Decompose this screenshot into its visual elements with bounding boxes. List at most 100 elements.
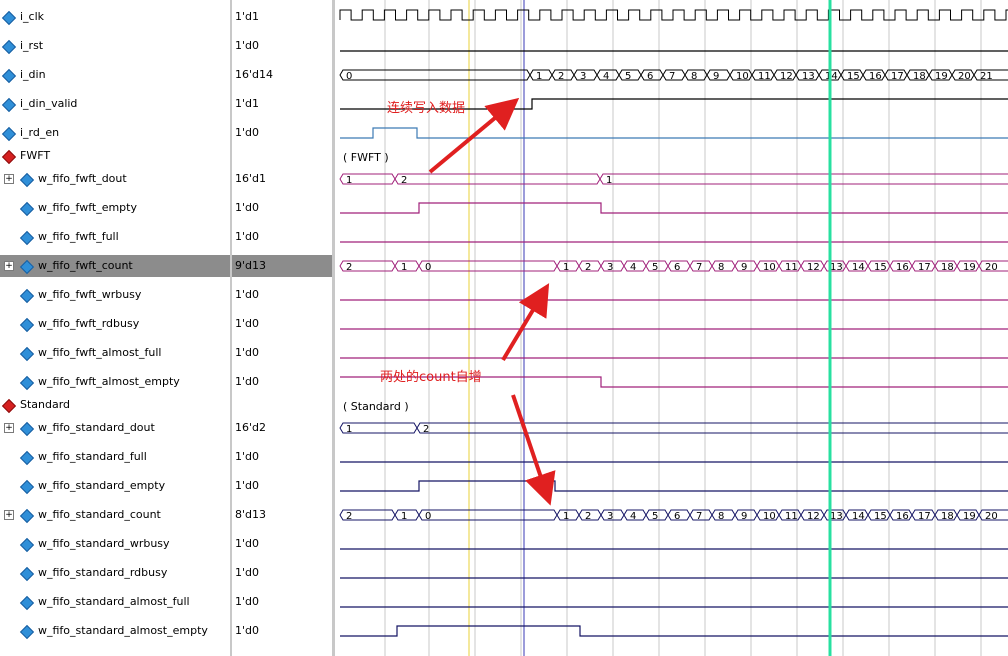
signal-name-label: i_clk [20,10,45,23]
bus-value-label: 1 [401,511,407,522]
signal-value-label: 1'd0 [235,39,260,52]
signal-name-label: w_fifo_fwft_dout [38,172,127,185]
bus-value-label: 1 [563,511,569,522]
waveform-panel[interactable]: 0123456789101112131415161718192021( FWFT… [335,0,1008,656]
expand-icon[interactable]: + [4,261,14,271]
bus-value-label: 4 [630,511,636,522]
group-diamond-icon [1,398,17,414]
bus-value-label: 1 [346,424,352,435]
bus-value-label: 12 [807,262,820,273]
waveform-canvas[interactable]: 0123456789101112131415161718192021( FWFT… [335,0,1008,656]
signal-row-w_fifo_fwft_full[interactable]: w_fifo_fwft_full [0,226,230,248]
bus-value-label: 18 [913,71,926,82]
signal-value-label: 1'd0 [235,595,260,608]
signal-row-w_fifo_standard_empty[interactable]: w_fifo_standard_empty [0,475,230,497]
signal-value-label: 8'd13 [235,508,267,521]
bus-value-label: 13 [802,71,815,82]
clk-wave [339,9,1008,21]
signal-row-i_din[interactable]: i_din [0,64,230,86]
bus-value-label: 7 [669,71,675,82]
signal-row-i_rd_en[interactable]: i_rd_en [0,122,230,144]
signal-row-w_fifo_fwft_almost_empty[interactable]: w_fifo_fwft_almost_empty [0,371,230,393]
bus-value-label: 13 [830,262,843,273]
signal-row-w_fifo_fwft_almost_full[interactable]: w_fifo_fwft_almost_full [0,342,230,364]
bus-value-label: 3 [607,262,613,273]
bus-value-label: 2 [346,262,352,273]
bus-value-label: 16 [896,262,909,273]
signal-diamond-icon [1,97,17,113]
signal-diamond-icon [1,126,17,142]
bus-value-label: 19 [963,262,976,273]
signal-name-label: w_fifo_fwft_rdbusy [38,317,140,330]
signal-row-w_fifo_standard_almost_empty[interactable]: w_fifo_standard_almost_empty [0,620,230,642]
bus-value-label: 9 [713,71,719,82]
signal-diamond-icon [19,259,35,275]
signal-row-w_fifo_standard_almost_full[interactable]: w_fifo_standard_almost_full [0,591,230,613]
bus-segment [418,509,558,521]
bus-value-label: 16 [896,511,909,522]
signal-value-label: 1'd0 [235,537,260,550]
signal-name-label: w_fifo_standard_almost_empty [38,624,208,637]
expand-icon[interactable]: + [4,510,14,520]
bus-value-label: 1 [563,262,569,273]
signal-diamond-icon [1,68,17,84]
signal-row-w_fifo_standard_full[interactable]: w_fifo_standard_full [0,446,230,468]
signal-name-label: i_din [20,68,46,81]
bus-value-label: 14 [852,262,865,273]
bus-value-label: 5 [652,262,658,273]
bus-value-label: 17 [918,511,931,522]
signal-name-label: i_rd_en [20,126,60,139]
signal-row-w_fifo_fwft_wrbusy[interactable]: w_fifo_fwft_wrbusy [0,284,230,306]
signal-row-w_fifo_standard_rdbusy[interactable]: w_fifo_standard_rdbusy [0,562,230,584]
signal-row-i_rst[interactable]: i_rst [0,35,230,57]
bus-value-label: 4 [630,262,636,273]
signal-row-w_fifo_fwft_empty[interactable]: w_fifo_fwft_empty [0,197,230,219]
signal-row-w_fifo_standard_wrbusy[interactable]: w_fifo_standard_wrbusy [0,533,230,555]
signal-diamond-icon [19,508,35,524]
signal-row-w_fifo_fwft_rdbusy[interactable]: w_fifo_fwft_rdbusy [0,313,230,335]
signal-name-label: w_fifo_fwft_wrbusy [38,288,142,301]
signal-name-label: w_fifo_fwft_full [38,230,119,243]
signal-name-label: w_fifo_standard_dout [38,421,155,434]
signal-value-label: 1'd0 [235,126,260,139]
expand-icon[interactable]: + [4,423,14,433]
signal-value-label: 1'd0 [235,375,260,388]
bit-wave [340,127,1008,139]
signal-name-label: w_fifo_fwft_count [38,259,133,272]
signal-value-label: 1'd0 [235,288,260,301]
bus-segment [416,422,1008,434]
bus-value-label: 2 [346,511,352,522]
expand-icon[interactable]: + [4,174,14,184]
bit-wave [340,480,1008,492]
signal-diamond-icon [1,10,17,26]
signal-row-w_fifo_fwft_count[interactable]: + w_fifo_fwft_count [0,255,230,277]
bus-value-label: 16 [869,71,882,82]
bus-value-label: 14 [852,511,865,522]
bus-value-label: 17 [891,71,904,82]
signal-value-label: 1'd0 [235,201,260,214]
signal-row-i_clk[interactable]: i_clk [0,6,230,28]
bus-value-label: 15 [847,71,860,82]
signal-value-label [232,394,332,416]
bus-value-label: 2 [558,71,564,82]
signal-row-Standard[interactable]: Standard [0,394,230,416]
bus-value-label: 20 [985,511,998,522]
bus-value-label: 6 [647,71,653,82]
signal-value-label [232,145,332,167]
signal-row-w_fifo_standard_dout[interactable]: + w_fifo_standard_dout [0,417,230,439]
signal-value-label: 1'd0 [235,450,260,463]
signal-value-label: 1'd0 [235,566,260,579]
bus-value-label: 8 [718,511,724,522]
signal-row-w_fifo_standard_count[interactable]: + w_fifo_standard_count [0,504,230,526]
signal-row-FWFT[interactable]: FWFT [0,145,230,167]
bus-value-label: 1 [401,262,407,273]
arrow-count-standard [511,394,556,506]
signal-value-label: 16'd1 [235,172,267,185]
signal-row-i_din_valid[interactable]: i_din_valid [0,93,230,115]
bus-value-label: 7 [696,511,702,522]
annotation-write-note: 连续写入数据 [387,100,465,116]
bus-value-label: 2 [585,262,591,273]
signal-row-w_fifo_fwft_dout[interactable]: + w_fifo_fwft_dout [0,168,230,190]
bus-segment [339,69,531,81]
bus-value-label: 2 [585,511,591,522]
